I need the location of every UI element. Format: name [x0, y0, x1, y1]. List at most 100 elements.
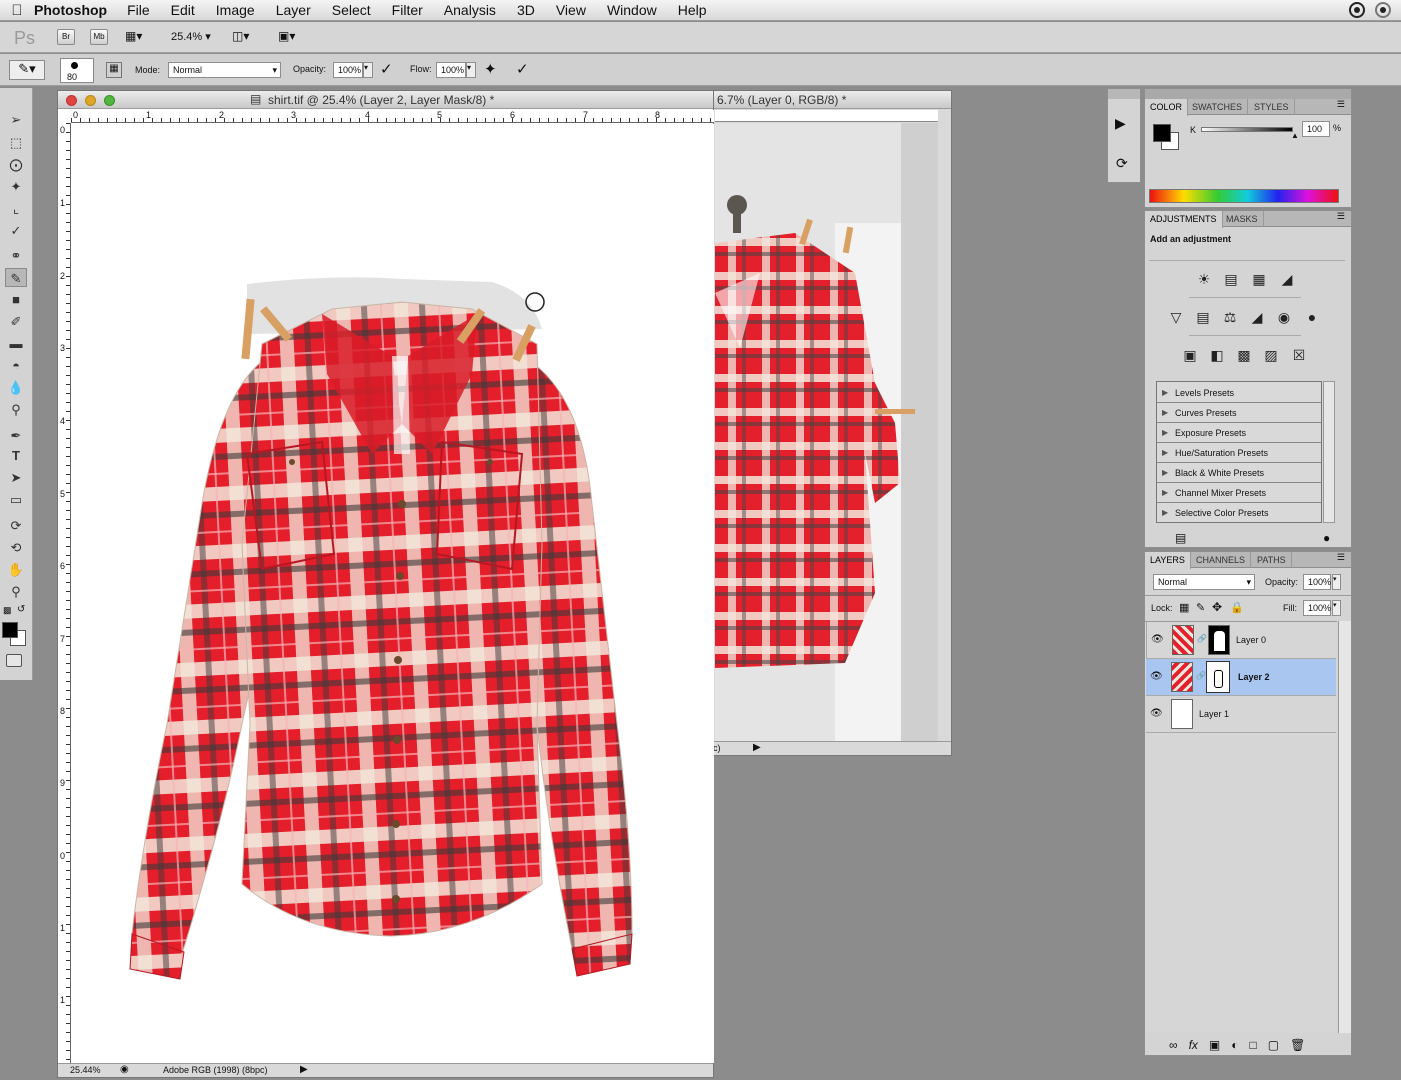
menu-window[interactable]: Window — [607, 2, 657, 18]
quick-mask-icon[interactable] — [6, 654, 22, 667]
document-main-titlebar[interactable]: ▤ shirt.tif @ 25.4% (Layer 2, Layer Mask… — [58, 91, 713, 109]
paint-bucket-tool-icon[interactable]: ◓ — [5, 356, 27, 375]
layer-name[interactable]: Layer 2 — [1238, 672, 1270, 682]
pressure-opacity-icon[interactable]: ✓ — [380, 60, 393, 78]
layer-mask-thumbnail[interactable] — [1206, 661, 1230, 693]
canvas-shirt-image[interactable] — [72, 124, 714, 1063]
color-balance-icon[interactable]: ⚖ — [1219, 307, 1241, 327]
gradient-map-icon[interactable]: ▨ — [1260, 345, 1282, 365]
mode-select[interactable]: Normal — [168, 62, 281, 78]
crop-tool-icon[interactable]: ⌞ — [5, 199, 27, 218]
menu-edit[interactable]: Edit — [171, 2, 195, 18]
adjustments-panel-menu-icon[interactable]: ☰ — [1337, 211, 1345, 222]
menu-help[interactable]: Help — [678, 2, 707, 18]
status-menu-arrow-icon[interactable]: ▶ — [300, 1064, 308, 1075]
zoom-level-dropdown[interactable]: 25.4% ▾ — [171, 30, 211, 43]
opacity-input[interactable]: 100% — [333, 62, 363, 78]
delete-layer-icon[interactable]: 🗑 — [1290, 1038, 1305, 1052]
layers-panel-menu-icon[interactable]: ☰ — [1337, 552, 1345, 563]
lock-all-icon[interactable]: 🔒 — [1230, 601, 1244, 614]
layer-opacity-dropdown-icon[interactable]: ▾ — [1332, 574, 1341, 590]
preset-selective-color[interactable]: Selective Color Presets — [1157, 503, 1321, 523]
document-secondary-titlebar[interactable]: 6.7% (Layer 0, RGB/8) * — [701, 91, 951, 109]
brightness-contrast-icon[interactable]: ☀ — [1193, 269, 1215, 289]
tab-swatches[interactable]: SWATCHES — [1187, 99, 1249, 115]
pen-tool-icon[interactable]: ✒ — [5, 426, 27, 445]
tab-layers[interactable]: LAYERS — [1145, 552, 1191, 569]
exposure-icon[interactable]: ◢ — [1276, 269, 1298, 289]
lock-pixels-icon[interactable]: ✎ — [1196, 601, 1205, 614]
k-slider-track[interactable] — [1201, 127, 1293, 132]
opacity-dropdown-icon[interactable]: ▾ — [363, 62, 373, 78]
status-record-icon[interactable] — [1349, 2, 1365, 18]
lasso-tool-icon[interactable]: ⨀ — [5, 155, 27, 174]
marquee-tool-icon[interactable]: ⬚ — [5, 133, 27, 152]
healing-brush-tool-icon[interactable]: ⚭ — [5, 246, 27, 265]
hand-tool-icon[interactable]: ✋ — [5, 560, 27, 579]
menu-view[interactable]: View — [556, 2, 586, 18]
preset-channel-mixer[interactable]: Channel Mixer Presets — [1157, 483, 1321, 503]
k-slider-thumb-icon[interactable]: ▲ — [1291, 131, 1299, 140]
menu-filter[interactable]: Filter — [392, 2, 423, 18]
flow-dropdown-icon[interactable]: ▾ — [466, 62, 476, 78]
rectangle-tool-icon[interactable]: ▭ — [5, 490, 27, 509]
tab-channels[interactable]: CHANNELS — [1191, 552, 1252, 568]
tab-paths[interactable]: PATHS — [1252, 552, 1292, 568]
layer-mask-thumbnail[interactable] — [1208, 625, 1230, 655]
status-sync-icon[interactable] — [1375, 2, 1391, 18]
dock-header[interactable] — [1108, 89, 1140, 99]
status-info-icon[interactable]: ◉ — [120, 1064, 129, 1075]
levels-icon[interactable]: ▤ — [1220, 269, 1242, 289]
default-colors-icon[interactable]: ▩ — [3, 605, 12, 616]
brush-panel-toggle-icon[interactable]: ▦ — [106, 62, 122, 78]
view-extras-icon[interactable]: ▦▾ — [125, 29, 155, 45]
lock-transparency-icon[interactable]: ▦ — [1179, 601, 1189, 614]
layer-row-layer0[interactable]: 👁 🔗 Layer 0 — [1146, 622, 1336, 659]
menu-file[interactable]: File — [127, 2, 150, 18]
app-menu[interactable]: Photoshop — [34, 2, 107, 18]
new-group-icon[interactable]: □ — [1250, 1038, 1257, 1052]
apple-menu-icon[interactable]:  — [0, 2, 34, 19]
menu-analysis[interactable]: Analysis — [444, 2, 496, 18]
preset-curves[interactable]: Curves Presets — [1157, 403, 1321, 423]
minimize-window-icon[interactable] — [85, 95, 96, 106]
history-brush-tool-icon[interactable]: ✐ — [5, 312, 27, 331]
photo-filter-icon[interactable]: ◉ — [1273, 307, 1295, 327]
dodge-tool-icon[interactable]: ⚲ — [5, 400, 27, 419]
new-adjustment-layer-icon[interactable]: ◐ — [1231, 1038, 1238, 1052]
color-spectrum-ramp[interactable] — [1149, 189, 1339, 203]
tab-color[interactable]: COLOR — [1145, 99, 1189, 116]
screen-mode-icon[interactable]: ▣▾ — [278, 29, 295, 43]
add-mask-icon[interactable]: ▣ — [1209, 1038, 1220, 1052]
eraser-tool-icon[interactable]: ▬ — [5, 334, 27, 353]
layers-scrollbar[interactable] — [1338, 621, 1351, 1033]
adjustments-view-toggle-icon[interactable]: ● — [1323, 531, 1330, 545]
swap-colors-icon[interactable]: ↺ — [17, 604, 25, 615]
3d-orbit-tool-icon[interactable]: ⟲ — [5, 538, 27, 557]
status-arrow-icon[interactable]: ▶ — [753, 742, 761, 753]
arrange-documents-icon[interactable]: ◫▾ — [232, 29, 249, 43]
document-window-main[interactable]: ▤ shirt.tif @ 25.4% (Layer 2, Layer Mask… — [57, 90, 714, 1078]
brush-preset-picker[interactable]: 80 — [60, 58, 94, 83]
layer-style-fx-icon[interactable]: fx — [1189, 1038, 1198, 1052]
3d-rotate-tool-icon[interactable]: ⟳ — [5, 516, 27, 535]
clone-stamp-tool-icon[interactable]: ■ — [5, 290, 27, 309]
tab-adjustments[interactable]: ADJUSTMENTS — [1145, 211, 1223, 228]
pressure-size-icon[interactable]: ✓ — [516, 60, 529, 78]
threshold-icon[interactable]: ▩ — [1233, 345, 1255, 365]
actions-panel-icon[interactable]: ▶ — [1115, 115, 1126, 132]
preset-levels[interactable]: Levels Presets — [1157, 383, 1321, 403]
menu-image[interactable]: Image — [216, 2, 255, 18]
move-tool-icon[interactable]: ➢ — [5, 110, 27, 129]
tab-styles[interactable]: STYLES — [1249, 99, 1295, 115]
channel-mixer-icon[interactable]: ● — [1301, 307, 1323, 327]
layer-row-layer2[interactable]: 👁 🔗 Layer 2 — [1146, 659, 1336, 696]
layer-name[interactable]: Layer 0 — [1236, 635, 1266, 645]
black-white-icon[interactable]: ◢ — [1246, 307, 1268, 327]
color-panel-foreground-swatch[interactable] — [1153, 124, 1171, 142]
new-layer-icon[interactable]: ▢ — [1268, 1038, 1279, 1052]
layer-link-icon[interactable]: 🔗 — [1197, 634, 1207, 643]
bridge-button[interactable]: Br — [57, 29, 75, 45]
eyedropper-tool-icon[interactable]: ✓ — [5, 221, 27, 240]
layer-blend-mode-select[interactable]: Normal — [1153, 574, 1255, 590]
